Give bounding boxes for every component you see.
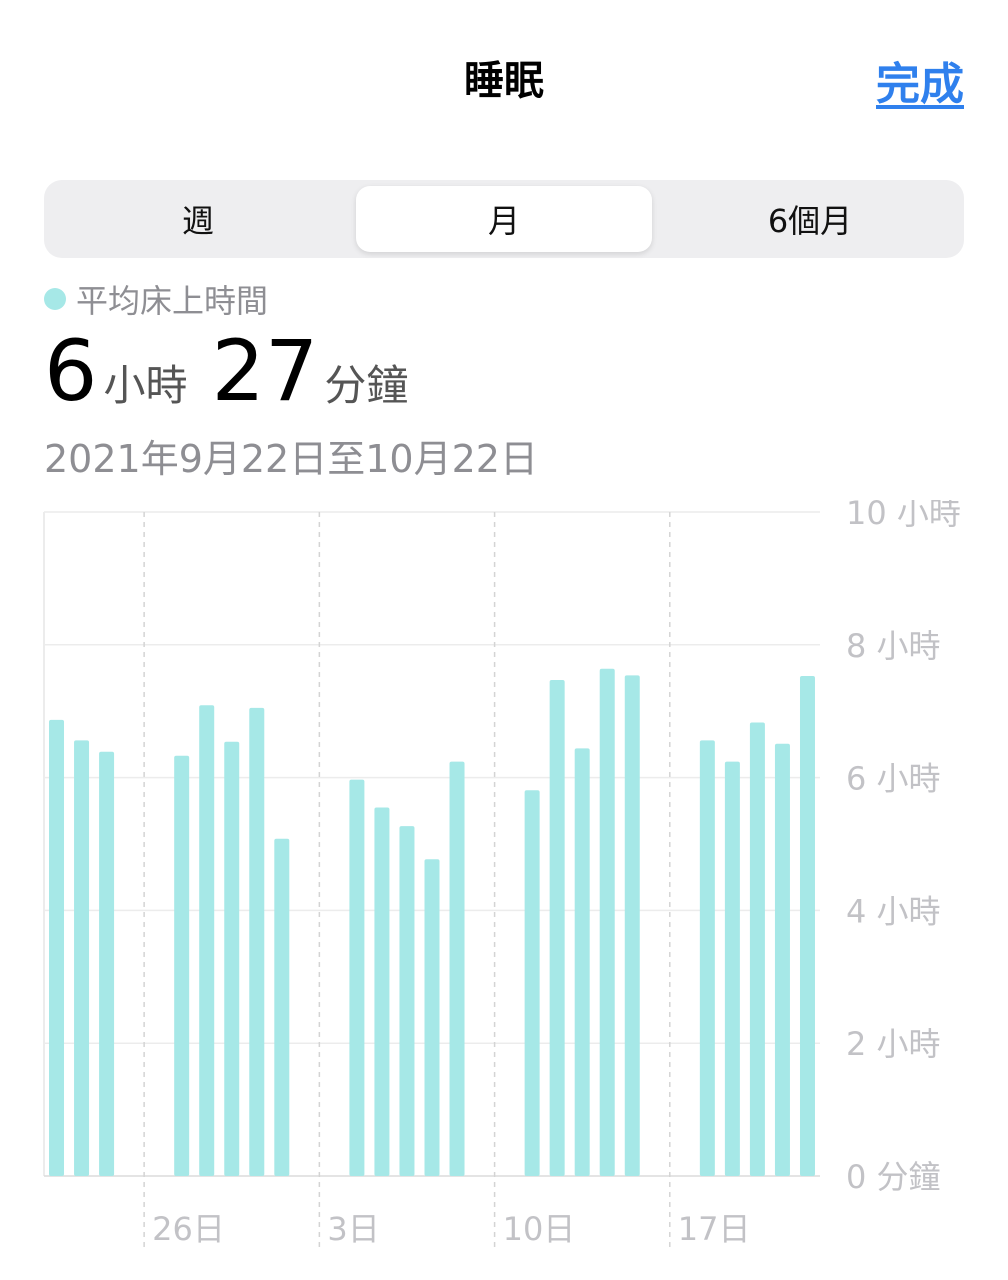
bar — [599, 668, 615, 1176]
bar — [224, 741, 240, 1176]
summary-hours-unit: 小時 — [103, 361, 188, 410]
y-tick-label: 2 小時 — [846, 1025, 941, 1063]
bar — [274, 838, 290, 1176]
average-summary: 6 小時 27 分鐘 — [44, 322, 432, 420]
done-button[interactable]: 完成 — [876, 48, 964, 112]
bar — [524, 790, 540, 1176]
y-tick-label: 10 小時 — [846, 500, 961, 532]
y-tick-label: 4 小時 — [846, 892, 941, 930]
bar — [174, 755, 190, 1176]
sleep-bar-chart: 0 分鐘 2 小時 4 小時 6 小時 8 小時 10 小時 26日 3日 10日 17日 — [43, 500, 961, 1250]
bar — [799, 676, 815, 1176]
bar — [399, 826, 415, 1176]
summary-minutes-value: 27 — [211, 322, 319, 420]
bar — [249, 707, 265, 1176]
header: 睡眠 完成 — [0, 0, 1008, 150]
bar — [49, 719, 65, 1176]
summary-hours-value: 6 — [44, 322, 98, 420]
bar — [699, 740, 715, 1176]
y-tick-label: 6 小時 — [846, 760, 941, 798]
tab-month[interactable]: 月 — [356, 186, 652, 252]
x-tick-label: 26日 — [152, 1210, 225, 1248]
tab-6-months[interactable]: 6個月 — [662, 186, 958, 252]
bar — [549, 679, 565, 1176]
y-tick-label: 8 小時 — [846, 627, 941, 665]
page-title: 睡眠 — [464, 58, 544, 104]
date-range: 2021年9月22日至10月22日 — [44, 437, 538, 481]
y-tick-label: 0 分鐘 — [846, 1158, 941, 1196]
bar — [74, 740, 90, 1176]
legend-label: 平均床上時間 — [76, 282, 269, 320]
bar — [374, 807, 390, 1176]
legend-dot-icon — [44, 288, 66, 310]
summary-minutes-unit: 分鐘 — [324, 361, 409, 410]
bar — [724, 761, 740, 1176]
bar — [349, 779, 365, 1176]
tab-week[interactable]: 週 — [50, 186, 346, 252]
bar — [199, 705, 215, 1176]
bar — [424, 859, 440, 1176]
bar — [449, 761, 465, 1176]
bar — [774, 743, 790, 1176]
bar — [624, 675, 640, 1176]
x-tick-label: 17日 — [678, 1210, 751, 1248]
bar — [99, 751, 115, 1176]
bar — [574, 748, 590, 1176]
bar — [749, 722, 765, 1176]
chart-legend: 平均床上時間 — [44, 276, 268, 322]
x-tick-label: 3日 — [327, 1210, 379, 1248]
period-segmented-control: 週 月 6個月 — [44, 180, 964, 258]
x-tick-label: 10日 — [503, 1210, 576, 1248]
